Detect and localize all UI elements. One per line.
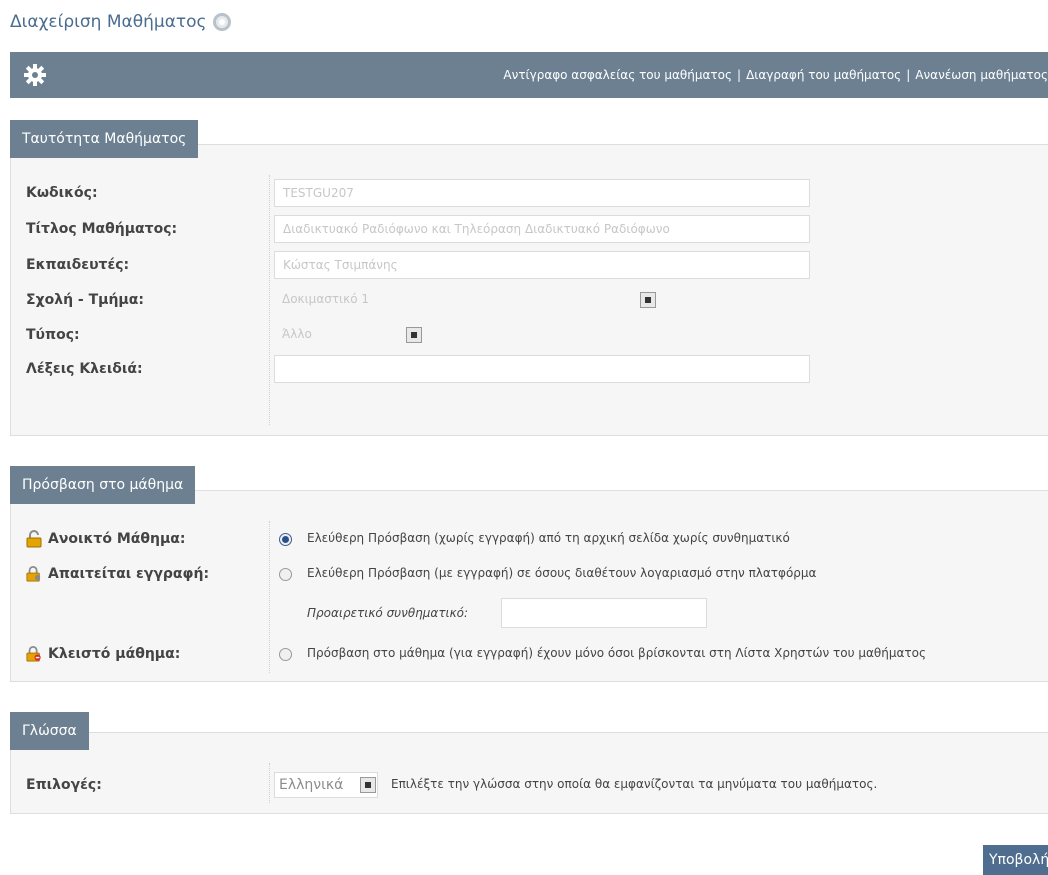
chevron-down-icon[interactable] [640,292,656,308]
page-title-text: Διαχείριση Μαθήματος [10,12,207,32]
submit-button[interactable]: Υποβολή [983,845,1048,875]
course-title-label: Τίτλος Μαθήματος: [26,221,178,237]
password-label: Προαιρετικό συνθηματικό: [307,606,469,620]
keywords-label: Λέξεις Κλειδιά: [26,361,143,377]
lock-closed-icon [26,646,41,662]
instructors-row: Εκπαιδευτές: Κώστας Τσιμπάνης [11,247,1048,283]
identity-legend: Ταυτότητα Μαθήματος [10,120,199,158]
open-access-label-text: Ανοικτό Μάθημα: [48,531,186,547]
open-access-radio[interactable] [279,533,292,546]
delete-course-link[interactable]: Διαγραφή του μαθήματος [746,68,901,82]
closed-access-row: Κλειστό μάθημα: Πρόσβαση στο μάθημα (για… [11,636,1048,672]
department-row: Σχολή - Τμήμα: Δοκιμαστικό 1 [11,282,1048,318]
title-row: Τίτλος Μαθήματος: Διαδικτυακό Ραδιόφωνο … [11,211,1048,247]
open-access-row: Ανοικτό Μάθημα: Ελεύθερη Πρόσβαση (χωρίς… [11,521,1048,557]
refresh-course-link[interactable]: Ανανέωση μαθήματος [915,68,1048,82]
lock-key-icon [26,566,41,582]
page-title: Διαχείριση Μαθήματος [10,12,231,32]
separator: | [906,68,911,82]
instructors-field[interactable]: Κώστας Τσιμπάνης [274,251,810,279]
closed-access-label-text: Κλειστό μάθημα: [48,646,181,662]
toolbar: Αντίγραφο ασφαλείας του μαθήματος | Διαγ… [10,52,1048,98]
registration-label: Απαιτείται εγγραφή: [26,565,209,583]
registration-row: Απαιτείται εγγραφή: Ελεύθερη Πρόσβαση (μ… [11,556,1048,592]
code-field[interactable]: TESTGU207 [274,179,810,207]
registration-radio[interactable] [279,568,292,581]
chevron-down-icon[interactable] [406,327,422,343]
chevron-down-icon[interactable] [360,777,376,793]
type-row: Τύπος: Άλλο [11,317,1048,353]
access-fieldset: Ανοικτό Μάθημα: Ελεύθερη Πρόσβαση (χωρίς… [10,490,1048,682]
code-row: Κωδικός: TESTGU207 [11,175,1048,211]
instructors-label: Εκπαιδευτές: [26,257,130,273]
language-options-label: Επιλογές: [26,777,102,793]
keywords-row: Λέξεις Κλειδιά: [11,351,1048,387]
separator: | [737,68,742,82]
gear-icon[interactable] [24,64,46,86]
open-access-description: Ελεύθερη Πρόσβαση (χωρίς εγγραφή) από τη… [307,531,790,545]
department-label: Σχολή - Τμήμα: [26,292,144,308]
settings-icon [212,13,231,31]
closed-access-radio[interactable] [279,648,292,661]
password-field[interactable] [501,598,707,628]
backup-course-link[interactable]: Αντίγραφο ασφαλείας του μαθήματος [503,68,732,82]
open-access-label: Ανοικτό Μάθημα: [26,530,185,548]
closed-access-label: Κλειστό μάθημα: [26,645,180,663]
toolbar-links: Αντίγραφο ασφαλείας του μαθήματος | Διαγ… [503,52,1048,98]
closed-access-description: Πρόσβαση στο μάθημα (για εγγραφή) έχουν … [307,646,926,660]
type-select[interactable]: Άλλο [274,321,394,349]
registration-label-text: Απαιτείται εγγραφή: [48,566,210,582]
language-legend: Γλώσσα [10,712,89,750]
type-label: Τύπος: [26,327,80,343]
password-row: Προαιρετικό συνθηματικό: [11,595,1048,631]
language-row: Επιλογές: Ελληνικά Επιλέξτε την γλώσσα σ… [11,767,1048,803]
language-help-text: Επιλέξτε την γλώσσα στην οποία θα εμφανί… [391,777,878,791]
language-fieldset: Επιλογές: Ελληνικά Επιλέξτε την γλώσσα σ… [10,732,1048,814]
identity-fieldset: Κωδικός: TESTGU207 Τίτλος Μαθήματος: Δια… [10,144,1048,436]
keywords-field[interactable] [274,355,810,383]
code-label: Κωδικός: [26,185,98,201]
department-select[interactable]: Δοκιμαστικό 1 [274,286,634,314]
course-title-field[interactable]: Διαδικτυακό Ραδιόφωνο και Τηλεόραση Διαδ… [274,215,810,243]
lock-open-icon [26,530,42,548]
registration-description: Ελεύθερη Πρόσβαση (με εγγραφή) σε όσους … [307,566,817,580]
access-legend: Πρόσβαση στο μάθημα [10,466,196,504]
